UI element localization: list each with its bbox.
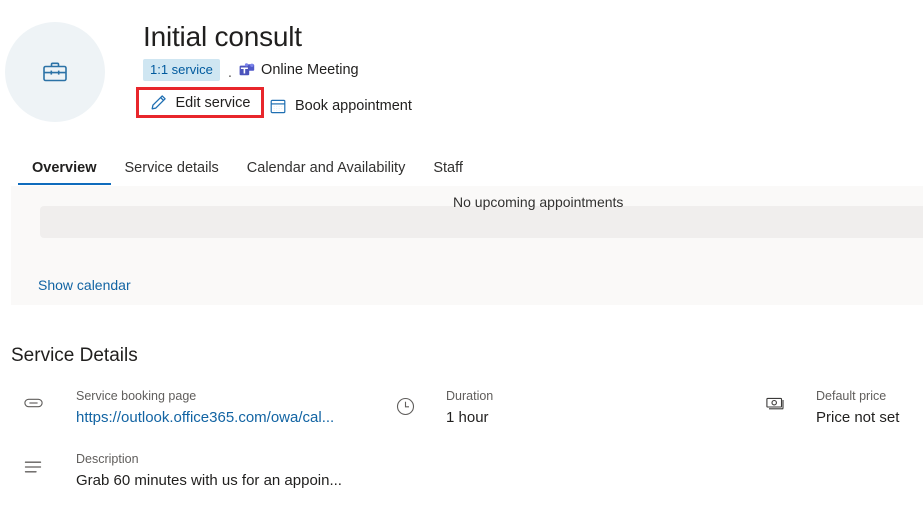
service-details-column-3: Default price Price not set — [766, 388, 899, 451]
detail-label: Description — [76, 452, 139, 466]
clock-icon — [396, 388, 424, 416]
briefcase-icon — [42, 60, 68, 84]
microsoft-teams-icon — [239, 62, 255, 78]
edit-service-label: Edit service — [175, 94, 251, 111]
tab-service-details[interactable]: Service details — [111, 160, 233, 185]
book-appointment-button[interactable]: Book appointment — [270, 92, 412, 120]
show-calendar-link[interactable]: Show calendar — [38, 277, 131, 293]
default-price-value: Price not set — [816, 409, 900, 426]
tab-overview[interactable]: Overview — [18, 160, 111, 185]
detail-duration: Duration 1 hour — [396, 388, 493, 429]
service-meta-row: 1:1 service . Online Meeting — [143, 59, 359, 81]
detail-label: Service booking page — [76, 389, 197, 403]
detail-body: Description Grab 60 minutes with us for … — [52, 451, 342, 492]
no-appointments-text: No upcoming appointments — [453, 194, 624, 210]
book-appointment-label: Book appointment — [295, 98, 412, 114]
status-badge: 1:1 service — [143, 59, 220, 81]
tab-staff[interactable]: Staff — [419, 160, 477, 185]
no-appointments-box — [40, 206, 923, 238]
service-booking-page-link[interactable]: https://outlook.office365.com/owa/cal... — [76, 407, 334, 429]
detail-label: Duration — [446, 389, 494, 403]
detail-label: Default price — [816, 389, 887, 403]
avatar — [5, 22, 105, 122]
pencil-icon — [150, 94, 167, 111]
money-icon — [766, 388, 794, 412]
avatar-container — [0, 18, 110, 122]
detail-body: Duration 1 hour — [424, 388, 493, 429]
service-details-column-2: Duration 1 hour — [396, 388, 493, 451]
page-title: Initial consult — [143, 21, 302, 52]
page-header: Initial consult 1:1 service . Online Mee… — [0, 0, 923, 122]
detail-default-price: Default price Price not set — [766, 388, 899, 429]
meeting-type-label: Online Meeting — [261, 62, 359, 78]
upcoming-appointments-panel: No upcoming appointments Show calendar — [11, 186, 923, 305]
meeting-type: Online Meeting — [239, 62, 359, 78]
service-details-heading: Service Details — [11, 345, 138, 366]
detail-body: Default price Price not set — [794, 388, 899, 429]
calendar-icon — [270, 98, 286, 114]
tab-bar: Overview Service details Calendar and Av… — [0, 147, 923, 185]
description-lines-icon — [24, 451, 52, 474]
meta-separator: . — [227, 64, 233, 81]
tab-calendar-and-availability[interactable]: Calendar and Availability — [233, 160, 420, 185]
detail-service-booking-page: Service booking page https://outlook.off… — [24, 388, 342, 429]
service-details-column-1: Service booking page https://outlook.off… — [24, 388, 342, 514]
duration-value: 1 hour — [446, 409, 489, 426]
description-value: Grab 60 minutes with us for an appoin... — [76, 472, 342, 489]
detail-body: Service booking page https://outlook.off… — [52, 388, 334, 429]
edit-service-highlight: Edit service — [136, 87, 264, 118]
edit-service-button[interactable]: Edit service — [150, 89, 251, 117]
link-icon — [24, 388, 52, 409]
detail-description: Description Grab 60 minutes with us for … — [24, 451, 342, 492]
